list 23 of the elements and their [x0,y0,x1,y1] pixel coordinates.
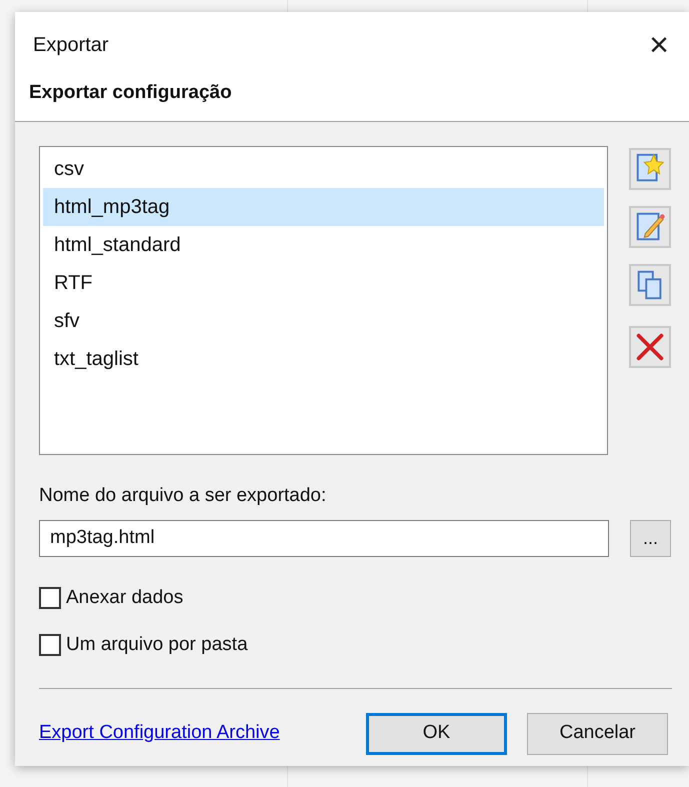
dialog-button[interactable]: OK [366,712,507,754]
list-item[interactable]: sfv [43,302,604,340]
checkbox-label[interactable]: Anexar dados [66,584,184,612]
browse-button[interactable]: ... [630,520,671,556]
list-item[interactable]: txt_taglist [43,340,604,378]
close-button[interactable]: × [639,24,679,64]
archive-link[interactable]: Export Configuration Archive [39,719,366,748]
window-title: Exportar [33,32,109,58]
list-item[interactable]: RTF [43,264,604,302]
checkbox[interactable] [39,586,61,609]
list-item[interactable]: html_mp3tag [43,188,604,226]
dialog-button[interactable]: Cancelar [527,712,668,754]
section-title: Exportar configuração [29,81,232,105]
copy-button[interactable] [629,264,671,306]
delete-button[interactable] [629,326,671,368]
edit-document-button[interactable] [629,206,671,248]
filename-field[interactable]: mp3tag.html [39,520,610,556]
list-item[interactable]: html_standard [43,226,604,264]
filename-label: Nome do arquivo a ser exportado: [39,484,328,508]
checkbox[interactable] [39,634,61,656]
list-item[interactable]: csv [43,150,604,188]
checkbox-label[interactable]: Um arquivo por pasta [66,631,248,660]
new-document-button[interactable] [629,148,671,190]
